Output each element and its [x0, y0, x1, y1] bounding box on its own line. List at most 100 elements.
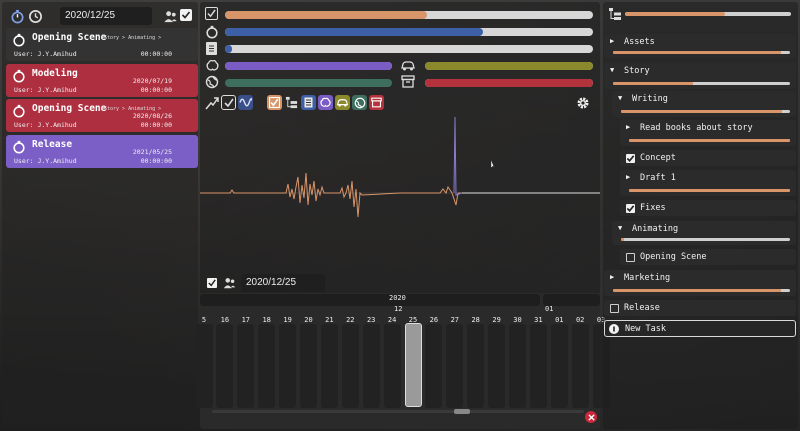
tree-item[interactable]: New Task — [604, 320, 796, 337]
calendar-day-column[interactable] — [571, 324, 589, 408]
task-checkbox[interactable] — [626, 253, 635, 262]
calendar-day-column[interactable] — [216, 324, 234, 408]
calendar-day-column[interactable] — [341, 324, 359, 408]
stopwatch-icon[interactable] — [9, 8, 25, 24]
date-filter-input[interactable] — [60, 7, 152, 25]
tree-item[interactable]: ▼ Story — [604, 63, 796, 89]
calendar-day-label: 19 — [283, 316, 292, 324]
task-checkbox[interactable] — [610, 304, 619, 313]
calendar-year: 2020 — [389, 294, 406, 302]
car-toggle-button[interactable] — [335, 95, 350, 110]
settings-icon[interactable] — [575, 95, 590, 110]
task-card[interactable]: Opening Scene Story > Animating > User: … — [6, 28, 198, 61]
brain-toggle-button[interactable] — [318, 95, 333, 110]
close-icon[interactable] — [585, 411, 597, 423]
docs-progress-fill — [225, 45, 233, 53]
task-card[interactable]: Opening Scene Story > Animating > 2020/0… — [6, 99, 198, 132]
calendar-day-column[interactable] — [300, 324, 317, 408]
tree-item[interactable]: Fixes — [620, 200, 796, 216]
checkbox-toggle-button[interactable] — [267, 95, 282, 110]
calendar-day-column[interactable] — [488, 324, 506, 408]
scrollbar-thumb[interactable] — [454, 409, 470, 414]
calendar-day-label: 22 — [346, 316, 355, 324]
task-checkbox[interactable] — [626, 154, 635, 163]
task-checkbox[interactable] — [626, 204, 635, 213]
tree-toggle-button[interactable] — [284, 95, 299, 110]
expand-arrow-icon[interactable]: ▶ — [610, 37, 614, 45]
expand-arrow-icon[interactable]: ▶ — [626, 173, 630, 181]
checklist-icon — [205, 7, 218, 20]
checklist-progress-bar — [225, 11, 593, 19]
tree-item[interactable]: ▼ Writing — [612, 91, 796, 117]
calendar-day-column[interactable] — [509, 324, 526, 408]
task-card[interactable]: Modeling 2020/07/19 User: J.Y.Amihud 00:… — [6, 64, 198, 97]
calendar-day-column[interactable] — [383, 324, 401, 408]
horizontal-scrollbar[interactable] — [212, 409, 584, 414]
expand-arrow-icon[interactable]: ▶ — [626, 123, 630, 131]
locations-progress-bar — [225, 79, 392, 87]
calendar-day-column[interactable] — [258, 324, 276, 408]
checkbox-icon[interactable] — [207, 278, 217, 288]
collapse-arrow-icon[interactable]: ▼ — [610, 66, 614, 74]
calendar-day-label: 28 — [471, 316, 480, 324]
wave-toggle-button[interactable] — [238, 95, 253, 110]
calendar-day-column[interactable] — [529, 324, 547, 408]
clock-icon[interactable] — [27, 8, 43, 24]
task-time: 00:00:00 — [140, 157, 172, 165]
calendar-day-column[interactable] — [237, 324, 255, 408]
tree-item[interactable]: ▶ Draft 1 — [620, 170, 796, 196]
task-time: 00:00:00 — [140, 121, 172, 129]
vehicles-progress-bar — [425, 62, 593, 70]
collapse-arrow-icon[interactable]: ▼ — [618, 94, 622, 102]
stopwatch-icon — [12, 32, 26, 47]
calendar-day-column[interactable] — [446, 324, 464, 408]
tree-item[interactable]: ▶ Marketing — [604, 270, 796, 296]
tree-item[interactable]: Release — [604, 300, 796, 316]
checkbox-icon[interactable] — [180, 9, 192, 21]
calendar-day-label: 01 — [555, 316, 564, 324]
tree-item[interactable]: ▶ Read books about story — [620, 120, 796, 146]
schedule-list-panel: Opening Scene Story > Animating > User: … — [2, 2, 198, 429]
tree-item[interactable]: ▶ Assets — [604, 34, 796, 58]
models-progress-bar — [225, 62, 392, 70]
calendar-day-column[interactable] — [425, 324, 443, 408]
user-group-icon[interactable] — [222, 276, 237, 290]
task-user: User: J.Y.Amihud — [14, 86, 77, 94]
calendar-day-column[interactable] — [320, 324, 338, 408]
tree-item-progress-fill — [613, 289, 782, 292]
tree-item[interactable]: ▼ Animating — [612, 221, 796, 245]
tree-item-label: Animating — [632, 224, 679, 234]
trend-icon[interactable] — [204, 95, 219, 110]
calendar-day-column[interactable] — [279, 324, 297, 408]
tree-item-progress-fill — [621, 238, 625, 241]
archive-progress-bar — [425, 79, 593, 87]
task-name: Modeling — [32, 68, 78, 79]
checklist-toggle-button[interactable] — [221, 95, 236, 110]
task-card[interactable]: Release 2021/05/25 User: J.Y.Amihud 00:0… — [6, 135, 198, 168]
document-toggle-button[interactable] — [301, 95, 316, 110]
tree-item-progress-bar — [629, 139, 790, 142]
calendar-day-column[interactable] — [467, 324, 485, 408]
calendar-day-label: 30 — [513, 316, 522, 324]
collapse-arrow-icon[interactable]: ▼ — [618, 224, 622, 232]
calendar-day-column[interactable] — [550, 324, 568, 408]
stopwatch-icon — [12, 103, 26, 118]
calendar-day-column[interactable] — [195, 324, 213, 408]
archive-toggle-button[interactable] — [369, 95, 384, 110]
tree-item-progress-bar — [621, 238, 790, 241]
calendar-day-selected[interactable] — [404, 323, 422, 407]
schedule-date-input[interactable] — [241, 274, 325, 292]
expand-arrow-icon[interactable]: ▶ — [610, 273, 614, 281]
tree-item-progress-fill — [621, 110, 782, 113]
globe-toggle-button[interactable] — [352, 95, 367, 110]
user-group-icon[interactable] — [162, 8, 178, 24]
tree-item[interactable]: Opening Scene — [620, 249, 796, 265]
calendar-day-column[interactable] — [362, 324, 380, 408]
task-user: User: J.Y.Amihud — [14, 50, 77, 58]
archive-progress-fill — [425, 79, 593, 87]
tree-item-label: New Task — [625, 324, 666, 334]
activity-graph[interactable] — [200, 115, 600, 277]
tree-item[interactable]: Concept — [620, 150, 796, 166]
globe-icon — [205, 75, 219, 89]
calendar-day-label: 21 — [325, 316, 334, 324]
